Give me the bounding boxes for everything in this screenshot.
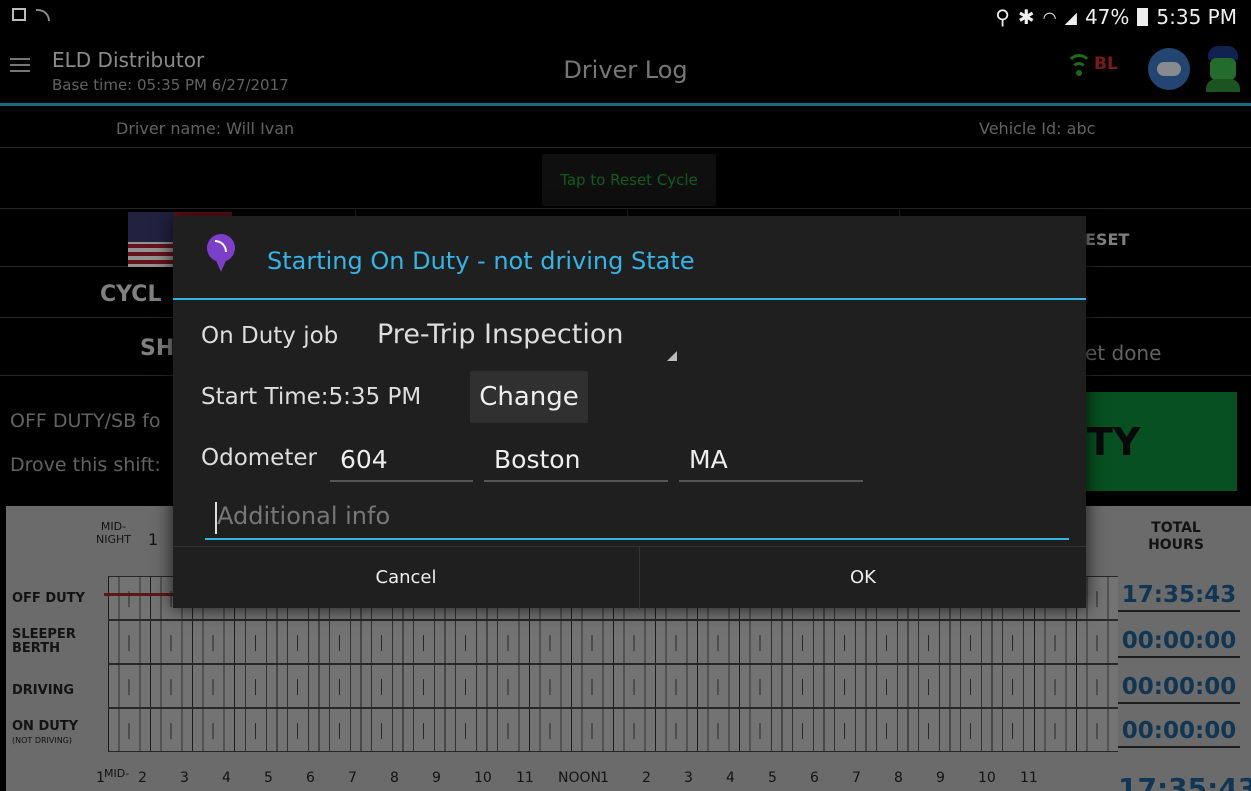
battery-icon [1137, 8, 1149, 26]
on-duty-job-value: Pre-Trip Inspection [377, 319, 624, 350]
odometer-input[interactable]: 604 [330, 442, 473, 482]
change-time-button[interactable]: Change [470, 371, 588, 423]
status-left-icons [12, 8, 50, 21]
additional-info-input[interactable]: Additional info [205, 498, 1069, 540]
cast-icon [36, 8, 50, 21]
dropdown-arrow-icon [667, 351, 677, 361]
location-icon: ⚲ [995, 5, 1010, 29]
wifi-icon: ◠ [1042, 7, 1057, 27]
bluetooth-icon: ✱ [1017, 5, 1035, 29]
clock: 5:35 PM [1156, 5, 1237, 29]
screenshot-notification-icon [12, 8, 26, 21]
status-right: ⚲ ✱ ◠ ◢ 47% 5:35 PM [995, 5, 1237, 29]
on-duty-job-label: On Duty job [201, 323, 339, 349]
on-duty-dialog: Starting On Duty - not driving State On … [173, 216, 1086, 609]
start-time-label: Start Time:5:35 PM [201, 384, 422, 410]
dialog-buttons: Cancel OK [173, 546, 1086, 609]
dialog-header: Starting On Duty - not driving State [173, 216, 1086, 300]
city-input[interactable]: Boston [484, 442, 668, 482]
text-cursor [215, 502, 217, 534]
state-input[interactable]: MA [679, 442, 863, 482]
on-duty-job-spinner[interactable]: Pre-Trip Inspection [369, 319, 677, 365]
cancel-button[interactable]: Cancel [173, 547, 640, 609]
ok-button[interactable]: OK [640, 547, 1086, 609]
signal-icon: ◢ [1064, 7, 1077, 27]
dialog-title: Starting On Duty - not driving State [267, 247, 695, 275]
odometer-label: Odometer [201, 445, 317, 471]
battery-percent: 47% [1084, 5, 1130, 29]
location-pin-icon [207, 234, 235, 272]
status-bar: ⚲ ✱ ◠ ◢ 47% 5:35 PM [0, 0, 1251, 34]
additional-info-placeholder: Additional info [217, 502, 391, 530]
